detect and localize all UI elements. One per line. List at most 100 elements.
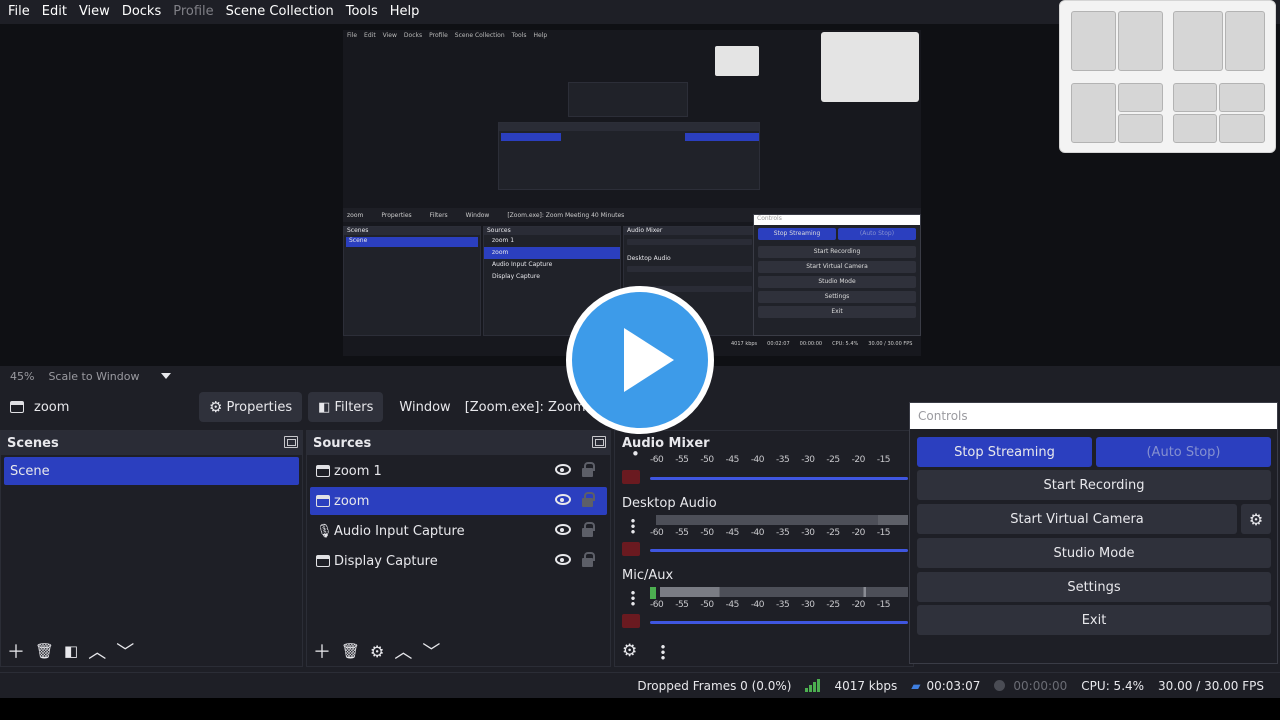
chevron-up-icon[interactable]: ︿ bbox=[88, 638, 106, 664]
volume-meter: -60 -55 -50 -45 -40 -35 -30 -25 -20 -15 bbox=[650, 600, 910, 610]
mini-status-fps: 30.00 / 30.00 FPS bbox=[868, 341, 913, 347]
lock-icon[interactable] bbox=[582, 492, 595, 507]
stop-streaming-button[interactable]: Stop Streaming bbox=[917, 437, 1092, 467]
mini-meter bbox=[627, 266, 752, 272]
signal-bars-icon bbox=[805, 678, 821, 692]
snap-zone[interactable] bbox=[1225, 11, 1265, 71]
menu-tools[interactable]: Tools bbox=[340, 0, 384, 24]
desktop-audio-meter bbox=[656, 515, 908, 525]
mini-controls-dock: Controls Stop Streaming (Auto Stop) Star… bbox=[753, 214, 921, 336]
trash-icon[interactable]: 🗑 bbox=[341, 642, 360, 660]
scenes-dock: Scenes Scene ＋ 🗑 ◧ ︿ ﹀ bbox=[0, 430, 303, 667]
lock-icon[interactable] bbox=[582, 522, 595, 537]
exit-button[interactable]: Exit bbox=[917, 605, 1271, 635]
snap-layout-flyout bbox=[1059, 0, 1276, 153]
virtual-camera-gear-icon[interactable]: ⚙ bbox=[1241, 504, 1271, 534]
chevron-down-icon[interactable] bbox=[161, 373, 172, 379]
mini-window-value: [Zoom.exe]: Zoom Meeting 40 Minutes bbox=[507, 211, 625, 219]
scene-item[interactable]: Scene bbox=[4, 457, 299, 485]
menu-profile[interactable]: Profile bbox=[167, 0, 219, 24]
volume-slider[interactable] bbox=[650, 549, 908, 552]
window-label: Window bbox=[399, 399, 451, 415]
menu-file[interactable]: File bbox=[2, 0, 36, 24]
speaker-muted-icon[interactable] bbox=[622, 470, 640, 484]
menu-view[interactable]: View bbox=[73, 0, 116, 24]
eye-icon[interactable] bbox=[555, 524, 571, 535]
snap-zone[interactable] bbox=[1118, 83, 1163, 112]
filter-icon: ◧ bbox=[318, 399, 331, 415]
mini-source-row: Display Capture bbox=[492, 273, 540, 280]
meter-ticks: -60 -55 -50 -45 -40 -35 -30 -25 -20 -15 bbox=[650, 600, 891, 610]
mini-status-cpu: CPU: 5.4% bbox=[832, 341, 859, 347]
snap-zone[interactable] bbox=[1071, 11, 1116, 71]
zoom-mode[interactable]: Scale to Window bbox=[48, 370, 139, 383]
add-icon[interactable]: ＋ bbox=[313, 638, 331, 664]
kebab-menu-icon[interactable] bbox=[631, 590, 635, 606]
mixer-menu-icon[interactable] bbox=[661, 644, 665, 660]
controls-title: Controls bbox=[910, 403, 1277, 429]
start-recording-button[interactable]: Start Recording bbox=[917, 470, 1271, 500]
filters-label: Filters bbox=[334, 399, 374, 415]
speaker-muted-icon[interactable] bbox=[622, 542, 640, 556]
eye-icon[interactable] bbox=[555, 554, 571, 565]
mixer-gear-icon[interactable]: ⚙ bbox=[622, 641, 637, 661]
mini-desktop-audio: Desktop Audio bbox=[627, 255, 671, 262]
properties-label: Properties bbox=[226, 399, 293, 415]
snap-zone[interactable] bbox=[1071, 83, 1116, 143]
speaker-muted-icon[interactable] bbox=[622, 614, 640, 628]
mini-studio-mode: Studio Mode bbox=[758, 276, 916, 288]
snap-zone[interactable] bbox=[1173, 11, 1223, 71]
volume-slider[interactable] bbox=[650, 477, 908, 480]
lock-icon[interactable] bbox=[582, 462, 595, 477]
channel-menu-icon[interactable]: • bbox=[631, 447, 640, 462]
mini-controls-title: Controls bbox=[754, 215, 920, 225]
trash-icon[interactable]: 🗑 bbox=[35, 642, 54, 660]
status-bar: Dropped Frames 0 (0.0%) 4017 kbps ▰ 00:0… bbox=[0, 672, 1280, 698]
float-dock-icon[interactable] bbox=[592, 436, 606, 448]
eye-icon[interactable] bbox=[555, 464, 571, 475]
nested-snap-layout bbox=[715, 46, 759, 76]
start-virtual-camera-button[interactable]: Start Virtual Camera bbox=[917, 504, 1237, 534]
studio-mode-button[interactable]: Studio Mode bbox=[917, 538, 1271, 568]
snap-zone[interactable] bbox=[1173, 114, 1217, 143]
chevron-down-icon[interactable]: ﹀ bbox=[422, 638, 440, 664]
snap-zone[interactable] bbox=[1118, 114, 1163, 143]
eye-icon[interactable] bbox=[555, 494, 571, 505]
add-icon[interactable]: ＋ bbox=[7, 638, 25, 664]
mini-menu-item: Tools bbox=[511, 32, 527, 39]
volume-slider[interactable] bbox=[650, 621, 908, 624]
sources-dock: Sources zoom 1 zoom 🎙 Audio Input Captur… bbox=[306, 430, 611, 667]
scenes-title: Scenes bbox=[1, 431, 302, 455]
mini-status-rec: 00:00:00 bbox=[799, 341, 823, 347]
chevron-down-icon[interactable]: ﹀ bbox=[116, 638, 134, 664]
mini-scene-item: Scene bbox=[346, 237, 478, 247]
chevron-up-icon[interactable]: ︿ bbox=[394, 638, 412, 664]
nested-dock-header bbox=[499, 123, 759, 131]
volume-meter: -60 -55 -50 -45 -40 -35 -30 -25 -20 -15 bbox=[650, 455, 910, 465]
source-item[interactable]: zoom 1 bbox=[310, 457, 607, 485]
kebab-menu-icon[interactable] bbox=[631, 518, 635, 534]
lock-icon[interactable] bbox=[582, 552, 595, 567]
properties-button[interactable]: ⚙ Properties bbox=[199, 392, 303, 422]
snap-zone[interactable] bbox=[1219, 83, 1265, 112]
source-item[interactable]: Display Capture bbox=[310, 547, 607, 575]
menu-help[interactable]: Help bbox=[384, 0, 426, 24]
auto-stop-button[interactable]: (Auto Stop) bbox=[1096, 437, 1271, 467]
menu-docks[interactable]: Docks bbox=[116, 0, 167, 24]
source-item[interactable]: 🎙 Audio Input Capture bbox=[310, 517, 607, 545]
sources-title-text: Sources bbox=[313, 435, 372, 451]
bitrate: 4017 kbps bbox=[834, 678, 898, 693]
filters-button[interactable]: ◧ Filters bbox=[308, 392, 384, 422]
float-dock-icon[interactable] bbox=[284, 436, 298, 448]
scene-filters-icon[interactable]: ◧ bbox=[64, 642, 78, 660]
snap-zone[interactable] bbox=[1173, 83, 1217, 112]
fps: 30.00 / 30.00 FPS bbox=[1158, 678, 1264, 693]
play-icon[interactable] bbox=[566, 286, 714, 434]
snap-zone[interactable] bbox=[1219, 114, 1265, 143]
source-item[interactable]: zoom bbox=[310, 487, 607, 515]
snap-zone[interactable] bbox=[1118, 11, 1163, 71]
settings-button[interactable]: Settings bbox=[917, 572, 1271, 602]
gear-icon[interactable]: ⚙ bbox=[370, 642, 384, 661]
menu-edit[interactable]: Edit bbox=[36, 0, 73, 24]
menu-scene-collection[interactable]: Scene Collection bbox=[220, 0, 340, 24]
